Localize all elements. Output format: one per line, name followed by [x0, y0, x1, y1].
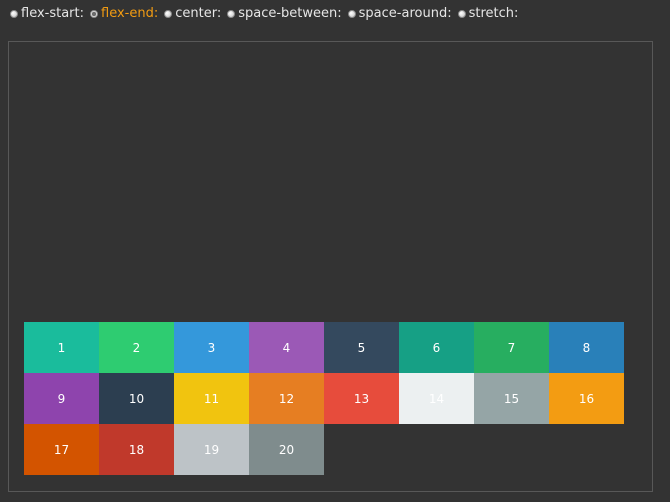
radio-space-between-icon[interactable] [227, 10, 236, 18]
flex-item: 10 [99, 373, 174, 424]
flex-item: 6 [399, 322, 474, 373]
flex-item: 2 [99, 322, 174, 373]
option-space-around-label: space-around: [358, 6, 452, 21]
flexbox-demo-page: flex-start: flex-end: center: space-betw… [0, 0, 670, 502]
radio-stretch-icon[interactable] [457, 10, 466, 18]
radio-flex-start-icon[interactable] [10, 10, 18, 18]
option-center-label: center: [175, 6, 222, 21]
option-center[interactable]: center: [164, 4, 221, 24]
flex-container: 1 2 3 4 5 6 7 8 9 10 11 12 13 14 15 16 1… [8, 41, 653, 492]
flex-item: 8 [549, 322, 624, 373]
flex-item: 17 [24, 424, 99, 475]
option-flex-start-label: flex-start: [21, 6, 85, 21]
option-space-between-label: space-between: [238, 6, 342, 21]
flex-item: 19 [174, 424, 249, 475]
flex-item: 20 [249, 424, 324, 475]
flex-item: 15 [474, 373, 549, 424]
flex-item: 4 [249, 322, 324, 373]
flex-item: 5 [324, 322, 399, 373]
radio-space-around-icon[interactable] [347, 10, 356, 18]
flex-item: 7 [474, 322, 549, 373]
flex-item: 13 [324, 373, 399, 424]
flex-item: 9 [24, 373, 99, 424]
flex-item: 16 [549, 373, 624, 424]
option-flex-start[interactable]: flex-start: [10, 4, 84, 24]
flex-items: 1 2 3 4 5 6 7 8 9 10 11 12 13 14 15 16 1… [24, 322, 624, 475]
radio-center-icon[interactable] [164, 10, 173, 18]
option-flex-end-label: flex-end: [101, 6, 159, 21]
option-space-around[interactable]: space-around: [347, 4, 452, 24]
flex-item: 3 [174, 322, 249, 373]
align-content-options: flex-start: flex-end: center: space-betw… [10, 4, 518, 24]
option-space-between[interactable]: space-between: [227, 4, 342, 24]
option-stretch[interactable]: stretch: [457, 4, 519, 24]
radio-flex-end-icon[interactable] [90, 10, 99, 18]
option-flex-end[interactable]: flex-end: [90, 4, 158, 24]
flex-item: 18 [99, 424, 174, 475]
flex-item: 11 [174, 373, 249, 424]
flex-item: 12 [249, 373, 324, 424]
flex-item: 1 [24, 322, 99, 373]
option-stretch-label: stretch: [468, 6, 519, 21]
flex-item: 14 [399, 373, 474, 424]
